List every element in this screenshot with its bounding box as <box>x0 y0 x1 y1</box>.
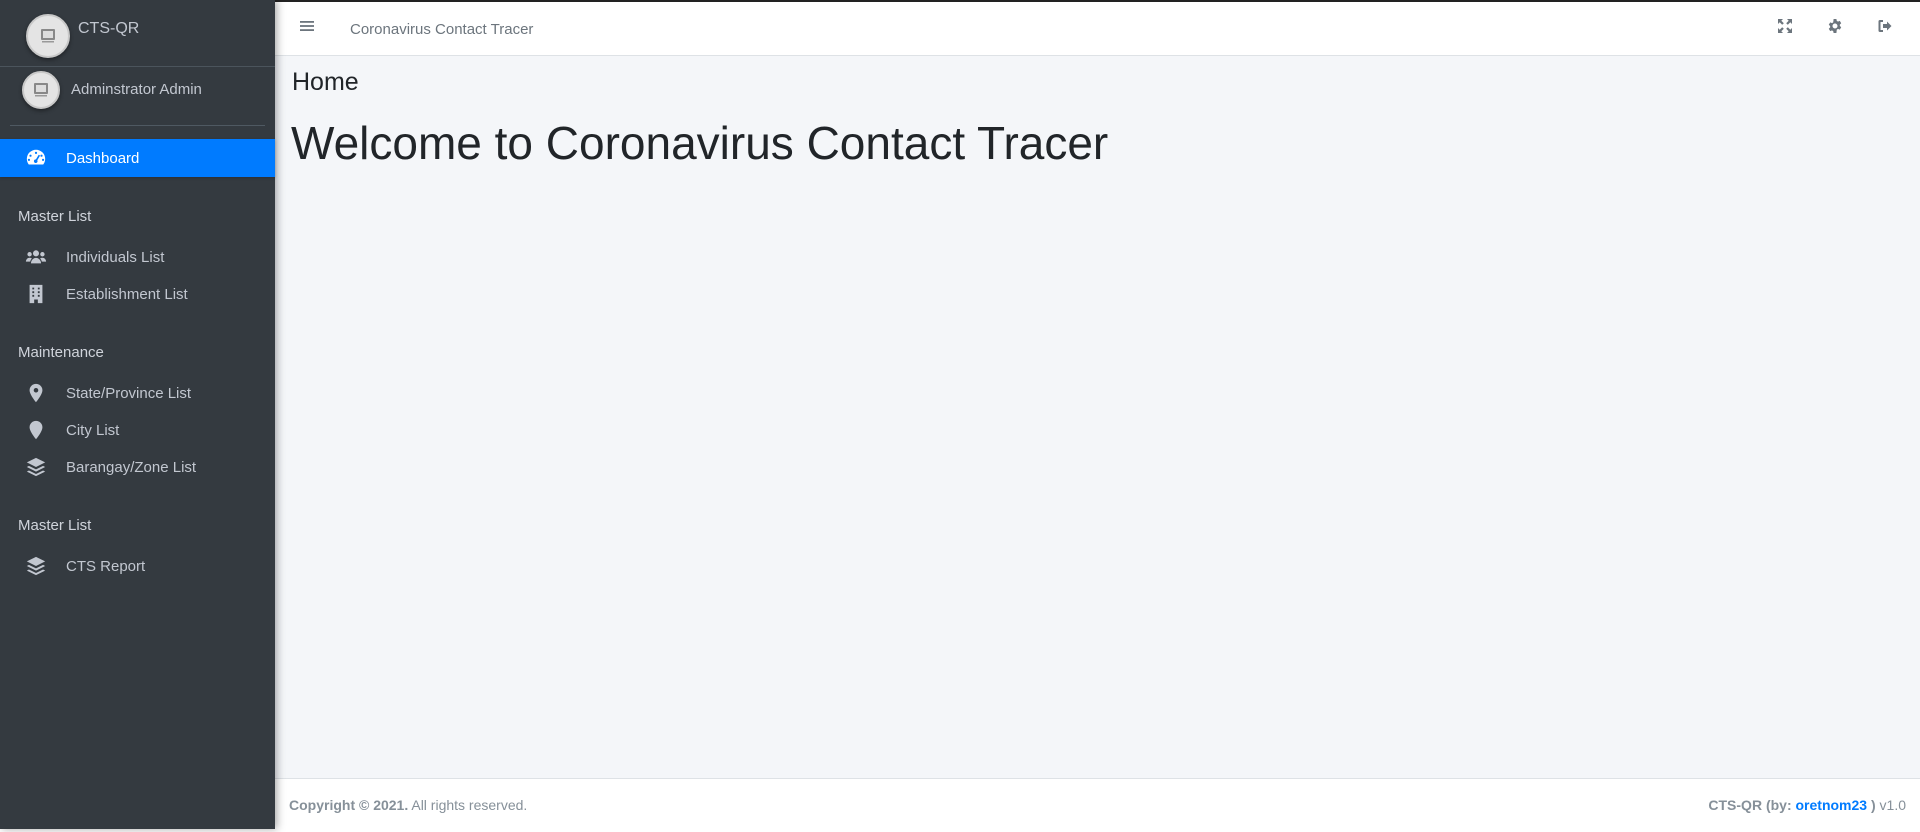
footer-copyright: Copyright © 2021. All rights reserved. <box>289 797 527 813</box>
sidebar-item-dashboard[interactable]: Dashboard <box>0 139 275 177</box>
brand-link[interactable]: CTS-QR <box>0 0 275 67</box>
nav-header-master-list: Master List <box>18 208 92 225</box>
sidebar-item-city[interactable]: City List <box>8 411 275 449</box>
top-navbar: Coronavirus Contact Tracer <box>275 0 1920 56</box>
sidebar-item-establishment[interactable]: Establishment List <box>8 275 275 313</box>
map-pin-icon <box>24 418 48 442</box>
tachometer-icon <box>24 146 48 170</box>
page-title: Home <box>292 68 359 96</box>
nav-header-maintenance: Maintenance <box>18 344 104 361</box>
sidebar-item-label: Barangay/Zone List <box>66 458 197 476</box>
sidebar: CTS-QR Adminstrator Admin Dashboard Mast… <box>0 0 275 829</box>
gear-icon <box>1827 18 1843 39</box>
sidebar-item-label: State/Province List <box>66 384 192 402</box>
user-avatar-icon <box>22 71 60 109</box>
brand-name: CTS-QR <box>78 20 140 37</box>
footer: Copyright © 2021. All rights reserved. C… <box>275 778 1920 830</box>
sidebar-item-label: Establishment List <box>66 285 188 303</box>
user-panel[interactable]: Adminstrator Admin <box>10 67 265 126</box>
version-text: v1.0 <box>1875 797 1906 813</box>
users-icon <box>24 245 48 269</box>
logout-button[interactable] <box>1873 16 1897 40</box>
sidebar-item-label: Dashboard <box>66 149 140 167</box>
expand-icon <box>1777 18 1793 39</box>
sidebar-item-barangay-zone[interactable]: Barangay/Zone List <box>8 448 275 486</box>
map-marker-icon <box>24 381 48 405</box>
fullscreen-button[interactable] <box>1773 16 1797 40</box>
copyright-text: Copyright © 2021. <box>289 797 409 813</box>
credit-close: ) <box>1867 797 1876 813</box>
sidebar-item-label: CTS Report <box>66 557 146 575</box>
sidebar-item-cts-report[interactable]: CTS Report <box>8 547 275 585</box>
nav-header-master-list-2: Master List <box>18 517 92 534</box>
brand-logo-icon <box>26 14 70 58</box>
footer-credits: CTS-QR (by: oretnom23 ) v1.0 <box>1708 797 1906 813</box>
layers-icon <box>24 455 48 479</box>
rights-text: All rights reserved. <box>408 797 528 813</box>
menu-toggle-button[interactable] <box>295 16 319 40</box>
sidebar-item-label: Individuals List <box>66 248 165 266</box>
user-name[interactable]: Adminstrator Admin <box>71 81 202 98</box>
hamburger-icon <box>299 18 315 39</box>
author-link[interactable]: oretnom23 <box>1796 797 1868 813</box>
sidebar-item-state-province[interactable]: State/Province List <box>8 374 275 412</box>
sidebar-item-individuals[interactable]: Individuals List <box>8 238 275 276</box>
main-content: Home Welcome to Coronavirus Contact Trac… <box>275 56 1920 778</box>
building-icon <box>24 282 48 306</box>
top-navbar-title[interactable]: Coronavirus Contact Tracer <box>350 21 533 38</box>
sidebar-item-label: City List <box>66 421 120 439</box>
sign-out-icon <box>1877 18 1893 39</box>
app-credit: CTS-QR (by: <box>1708 797 1796 813</box>
layers-icon <box>24 554 48 578</box>
app: CTS-QR Adminstrator Admin Dashboard Mast… <box>0 0 1920 832</box>
settings-button[interactable] <box>1823 16 1847 40</box>
welcome-heading: Welcome to Coronavirus Contact Tracer <box>291 117 1109 169</box>
